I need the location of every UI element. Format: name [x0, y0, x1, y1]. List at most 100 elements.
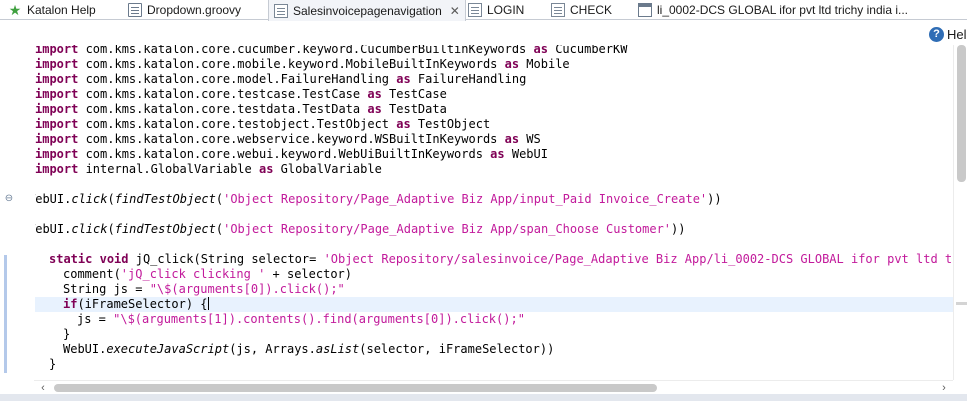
- code-text: WS: [519, 132, 541, 146]
- keyword-import: import: [35, 45, 79, 56]
- code-line-js-assign: String js = "\$(arguments[0]).click();": [63, 282, 953, 297]
- web-element-icon: [638, 3, 652, 17]
- code-text: com.kms.katalon.core.webui.keyword.WebUi…: [78, 147, 491, 161]
- method-name: click: [71, 192, 108, 206]
- tab-label: li_0002-DCS GLOBAL ifor pvt ltd trichy i…: [657, 3, 908, 17]
- method-name: asList: [315, 342, 360, 356]
- keyword-import: import: [35, 87, 79, 101]
- vertical-scrollbar[interactable]: [953, 45, 967, 380]
- code-line-method-close: }: [49, 357, 953, 372]
- tab-label: CHECK: [570, 3, 613, 17]
- code-text: (: [107, 222, 115, 236]
- code-text: GlobalVariable: [273, 162, 382, 176]
- code-text: (js, Arrays.: [229, 342, 316, 356]
- code-line-brace-close: }: [63, 327, 953, 342]
- code-line-webui-click: WebUI.click(findTestObject('Object Repos…: [35, 192, 946, 207]
- code-line-method-declaration: static void jQ_click(String selector= 'O…: [49, 252, 953, 267]
- string-literal: 'Object Repository/salesinvoice/Page_Ada…: [323, 252, 953, 266]
- change-ruler: [4, 255, 7, 373]
- method-name: findTestObject: [114, 192, 216, 206]
- code-text: internal.GlobalVariable: [78, 162, 259, 176]
- code-text: TestObject: [410, 117, 491, 131]
- tab-salesinvoicepagenavigation[interactable]: Salesinvoicepagenavigation ✕: [268, 0, 466, 21]
- tab-dropdown-groovy[interactable]: Dropdown.groovy: [128, 0, 241, 20]
- code-text: js =: [77, 312, 114, 326]
- string-literal: 'Object Repository/Page_Adaptive Biz App…: [223, 222, 672, 236]
- close-tab-icon[interactable]: ✕: [449, 4, 461, 18]
- code-text: TestCase: [381, 87, 447, 101]
- code-line-import: import com.kms.katalon.core.testdata.Tes…: [35, 102, 953, 117]
- keyword-import: import: [35, 102, 79, 116]
- code-text: TestData: [381, 102, 447, 116]
- code-line-comment: comment('jQ_click clicking ' + selector): [63, 267, 953, 282]
- code-line-import: import com.kms.katalon.core.testcase.Tes…: [35, 87, 953, 102]
- code-text: (: [107, 192, 115, 206]
- code-text: com.kms.katalon.core.model.FailureHandli…: [78, 72, 397, 86]
- test-case-icon: [551, 3, 565, 17]
- keyword-import: import: [35, 57, 79, 71]
- code-line-import: import com.kms.katalon.core.model.Failur…: [35, 72, 953, 87]
- method-name: executeJavaScript: [106, 342, 230, 356]
- test-case-icon: [274, 3, 288, 18]
- help-button[interactable]: ? Help: [929, 24, 967, 44]
- code-line-import: import com.kms.katalon.core.cucumber.key…: [35, 45, 953, 57]
- method-name: findTestObject: [114, 222, 216, 236]
- horizontal-scroll-thumb[interactable]: [54, 384, 657, 392]
- code-text: com.kms.katalon.core.testobject.TestObje…: [78, 117, 397, 131]
- keyword-if: if: [63, 297, 78, 311]
- code-line-import: import com.kms.katalon.core.webui.keywor…: [35, 147, 953, 162]
- fold-collapse-icon[interactable]: ⊖: [3, 193, 15, 204]
- method-name: click: [71, 222, 108, 236]
- scroll-left-arrow-icon[interactable]: ‹: [36, 381, 50, 395]
- code-text: Mobile: [519, 57, 570, 71]
- keyword-as: as: [504, 57, 520, 71]
- scroll-right-arrow-icon[interactable]: ›: [937, 381, 951, 395]
- vertical-scroll-thumb[interactable]: [957, 45, 966, 182]
- overview-ruler-marker[interactable]: [956, 302, 967, 305]
- keyword-as: as: [367, 102, 382, 116]
- code-text: )): [671, 222, 686, 236]
- code-text: WebUI: [504, 147, 548, 161]
- editor-gutter: ⊖: [0, 45, 34, 380]
- tab-label: LOGIN: [487, 3, 525, 17]
- keyword-import: import: [35, 117, 79, 131]
- katalon-star-icon: ★: [8, 2, 22, 18]
- code-text: FailureHandling: [410, 72, 527, 86]
- help-toolbar: ? Help: [0, 21, 967, 45]
- code-text: }: [49, 357, 57, 371]
- string-literal: 'Object Repository/Page_Adaptive Biz App…: [223, 192, 708, 206]
- code-line-import: import com.kms.katalon.core.testobject.T…: [35, 117, 953, 132]
- code-line-if-current: if(iFrameSelector) {: [35, 297, 953, 312]
- code-line-import: import internal.GlobalVariable as Global…: [35, 162, 953, 177]
- keyword-as: as: [533, 45, 548, 56]
- code-text: }: [63, 327, 71, 341]
- keyword-as: as: [396, 72, 411, 86]
- keyword-as: as: [504, 132, 520, 146]
- script-editor[interactable]: ⊖ import com.kms.katalon.core.cucumber.k…: [0, 45, 967, 380]
- horizontal-scrollbar[interactable]: ‹ ›: [34, 380, 953, 394]
- code-text: )): [707, 192, 722, 206]
- tab-web-element[interactable]: li_0002-DCS GLOBAL ifor pvt ltd trichy i…: [638, 0, 908, 20]
- tab-label: Dropdown.groovy: [147, 3, 242, 17]
- keyword-void: void: [99, 252, 129, 266]
- keyword-as: as: [367, 87, 382, 101]
- help-label: Help: [947, 26, 967, 42]
- tab-label: Salesinvoicepagenavigation: [293, 3, 442, 18]
- tab-login[interactable]: LOGIN: [468, 0, 524, 20]
- string-literal: "\$(arguments[1]).contents().find(argume…: [113, 312, 525, 326]
- code-line-webui-click: WebUI.click(findTestObject('Object Repos…: [35, 222, 946, 237]
- code-area[interactable]: import com.kms.katalon.core.cucumber.key…: [35, 45, 953, 380]
- code-line-js-reassign: js = "\$(arguments[1]).contents().find(a…: [77, 312, 953, 327]
- string-literal: "\$(arguments[0]).click();": [149, 282, 345, 296]
- code-text: WebUI.: [35, 192, 72, 206]
- keyword-static: static: [49, 252, 93, 266]
- code-text: (iFrameSelector) {: [77, 297, 208, 311]
- tab-katalon-help[interactable]: ★ Katalon Help: [8, 0, 96, 20]
- code-text: CucumberKW: [547, 45, 628, 56]
- tab-check[interactable]: CHECK: [551, 0, 612, 20]
- keyword-as: as: [258, 162, 274, 176]
- editor-tab-bar: ★ Katalon Help Dropdown.groovy Salesinvo…: [0, 0, 967, 21]
- keyword-import: import: [35, 72, 79, 86]
- code-text: com.kms.katalon.core.testdata.TestData: [78, 102, 368, 116]
